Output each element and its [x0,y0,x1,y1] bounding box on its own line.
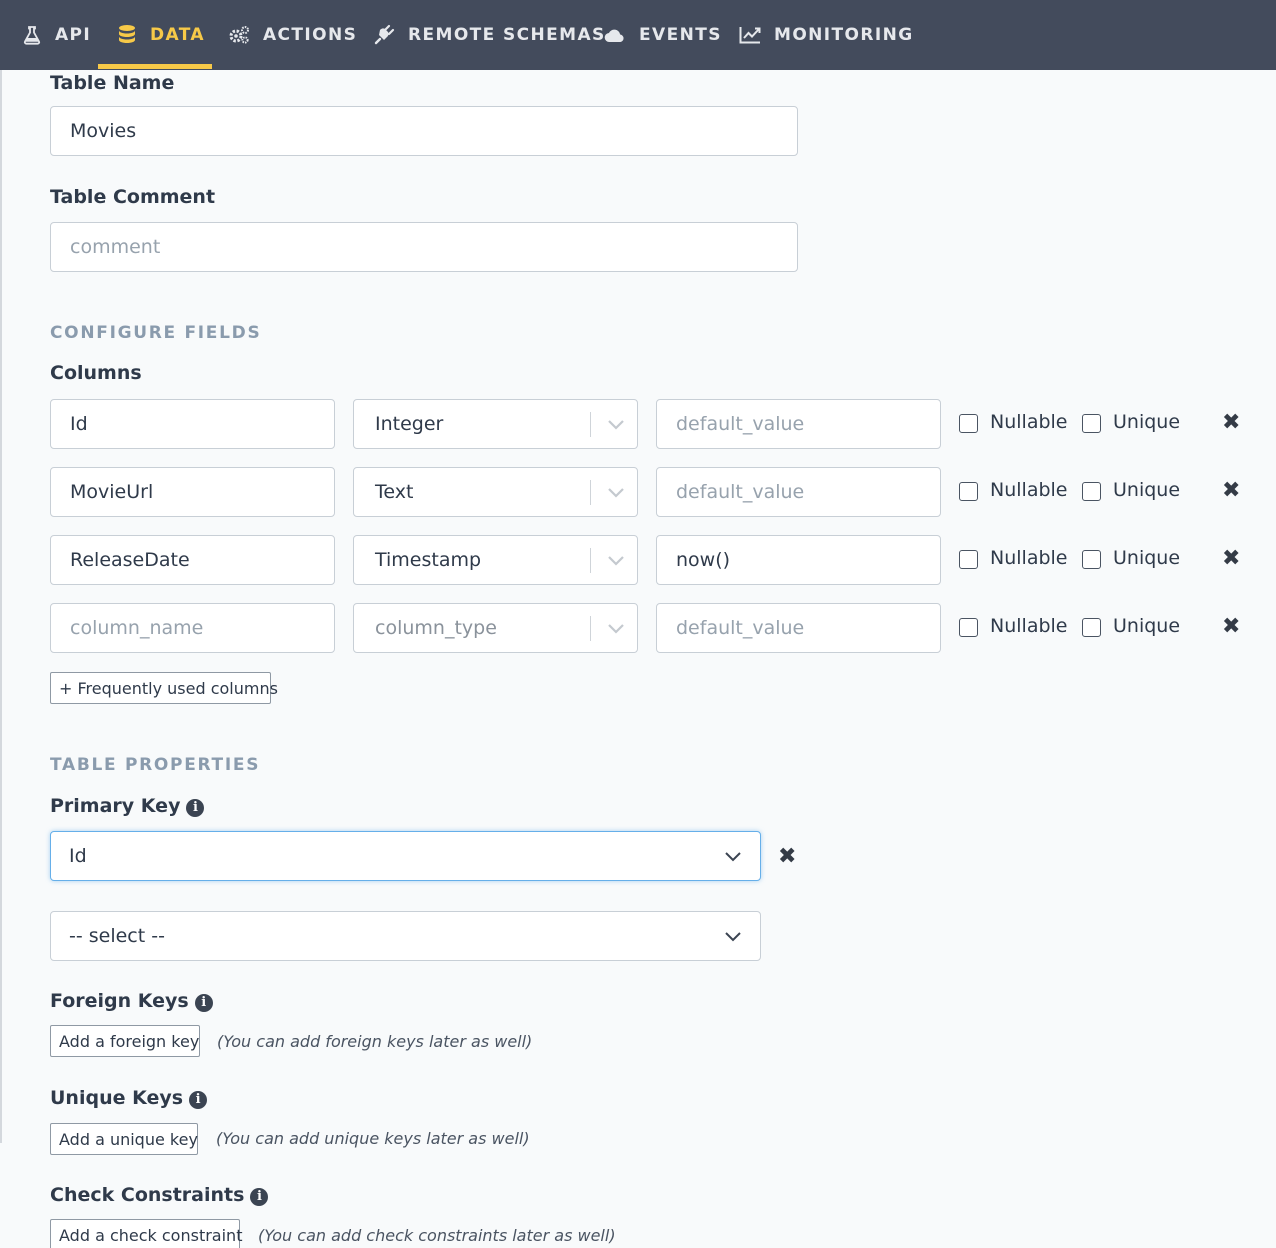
unique-label: Unique [1113,411,1181,433]
remove-column-icon[interactable]: ✖ [1222,546,1240,571]
nav-item-monitoring[interactable]: MONITORING [739,0,914,70]
unique-checkbox[interactable] [1082,550,1101,569]
unique-checkbox[interactable] [1082,618,1101,637]
table-comment-label: Table Comment [50,186,216,208]
add-check-constraint-button[interactable]: Add a check constraint [50,1219,242,1248]
primary-key-select[interactable]: Id [50,831,761,881]
nullable-checkbox[interactable] [959,618,978,637]
column-type-select[interactable]: Text [353,467,638,517]
primary-key-label: Primary Key i [50,795,205,817]
check-constraints-hint: (You can add check constraints later as … [258,1226,616,1245]
check-constraints-label-text: Check Constraints [50,1184,245,1206]
add-unique-key-button[interactable]: Add a unique key [50,1123,198,1155]
unique-keys-hint: (You can add unique keys later as well) [216,1129,530,1148]
info-icon[interactable]: i [194,994,213,1012]
nullable-checkbox[interactable] [959,550,978,569]
chevron-down-icon [724,927,742,950]
columns-label: Columns [50,362,142,384]
nullable-label: Nullable [990,615,1068,637]
foreign-keys-label: Foreign Keys i [50,990,213,1012]
column-name-input[interactable]: Id [50,399,335,449]
remove-primary-key-icon[interactable]: ✖ [778,844,796,869]
column-type-select[interactable]: column_type [353,603,638,653]
add-foreign-key-button[interactable]: Add a foreign key [50,1025,200,1057]
column-default-input[interactable]: default_value [656,467,941,517]
nav-item-data[interactable]: DATA [117,0,205,70]
nullable-checkbox[interactable] [959,482,978,501]
nav-item-actions[interactable]: ACTIONS [228,0,357,70]
table-name-input[interactable]: Movies [50,106,798,156]
chevron-down-icon [606,414,626,439]
foreign-keys-label-text: Foreign Keys [50,990,189,1012]
chevron-down-icon [724,847,742,870]
content-divider [0,70,2,1143]
plug-icon [373,24,395,46]
unique-checkbox[interactable] [1082,482,1101,501]
top-nav: API DATA ACTIONS REMOTE SCHEMAS EVENTS M… [0,0,1276,70]
info-icon[interactable]: i [186,799,205,817]
nav-item-label: ACTIONS [263,25,358,45]
flask-icon [22,25,42,45]
column-type-value: Integer [375,413,444,435]
table-name-label: Table Name [50,72,175,94]
column-default-input[interactable]: default_value [656,399,941,449]
select-separator [590,412,591,437]
unique-label: Unique [1113,479,1181,501]
column-type-placeholder: column_type [375,617,497,639]
select-separator [590,548,591,573]
nullable-checkbox[interactable] [959,414,978,433]
unique-label: Unique [1113,615,1181,637]
database-icon [117,24,137,46]
nav-item-label: MONITORING [774,25,914,45]
chevron-down-icon [606,618,626,643]
select-separator [590,480,591,505]
nav-item-label: API [55,25,92,45]
nav-item-label: DATA [150,25,205,45]
info-icon[interactable]: i [250,1188,269,1206]
remove-column-icon[interactable]: ✖ [1222,410,1240,435]
column-name-input[interactable]: MovieUrl [50,467,335,517]
primary-key-label-text: Primary Key [50,795,181,817]
nav-item-remote-schemas[interactable]: REMOTE SCHEMAS [373,0,606,70]
column-name-input[interactable]: ReleaseDate [50,535,335,585]
unique-keys-label-text: Unique Keys [50,1087,184,1109]
column-name-input[interactable]: column_name [50,603,335,653]
nav-item-label: REMOTE SCHEMAS [408,25,606,45]
cloud-icon [604,27,626,43]
primary-key-add-select[interactable]: -- select -- [50,911,761,961]
column-type-value: Timestamp [375,549,482,571]
primary-key-add-placeholder: -- select -- [69,925,165,947]
primary-key-value: Id [69,845,87,867]
nav-item-api[interactable]: API [22,0,91,70]
nullable-label: Nullable [990,411,1068,433]
check-constraints-label: Check Constraints i [50,1184,269,1206]
gears-icon [228,25,250,45]
chevron-down-icon [606,550,626,575]
remove-column-icon[interactable]: ✖ [1222,614,1240,639]
column-default-input[interactable]: now() [656,535,941,585]
foreign-keys-hint: (You can add foreign keys later as well) [217,1032,533,1051]
unique-keys-label: Unique Keys i [50,1087,208,1109]
table-comment-input[interactable]: comment [50,222,798,272]
unique-label: Unique [1113,547,1181,569]
nullable-label: Nullable [990,479,1068,501]
nav-item-label: EVENTS [639,25,722,45]
select-separator [590,616,591,641]
info-icon[interactable]: i [189,1091,208,1109]
unique-checkbox[interactable] [1082,414,1101,433]
column-type-value: Text [375,481,414,503]
column-type-select[interactable]: Integer [353,399,638,449]
column-default-input[interactable]: default_value [656,603,941,653]
line-chart-icon [739,26,761,44]
active-tab-indicator [98,64,212,69]
configure-fields-heading: CONFIGURE FIELDS [50,323,262,343]
remove-column-icon[interactable]: ✖ [1222,478,1240,503]
chevron-down-icon [606,482,626,507]
column-type-select[interactable]: Timestamp [353,535,638,585]
frequently-used-columns-button[interactable]: + Frequently used columns [50,672,278,704]
nullable-label: Nullable [990,547,1068,569]
nav-item-events[interactable]: EVENTS [604,0,722,70]
table-properties-heading: TABLE PROPERTIES [50,755,261,775]
